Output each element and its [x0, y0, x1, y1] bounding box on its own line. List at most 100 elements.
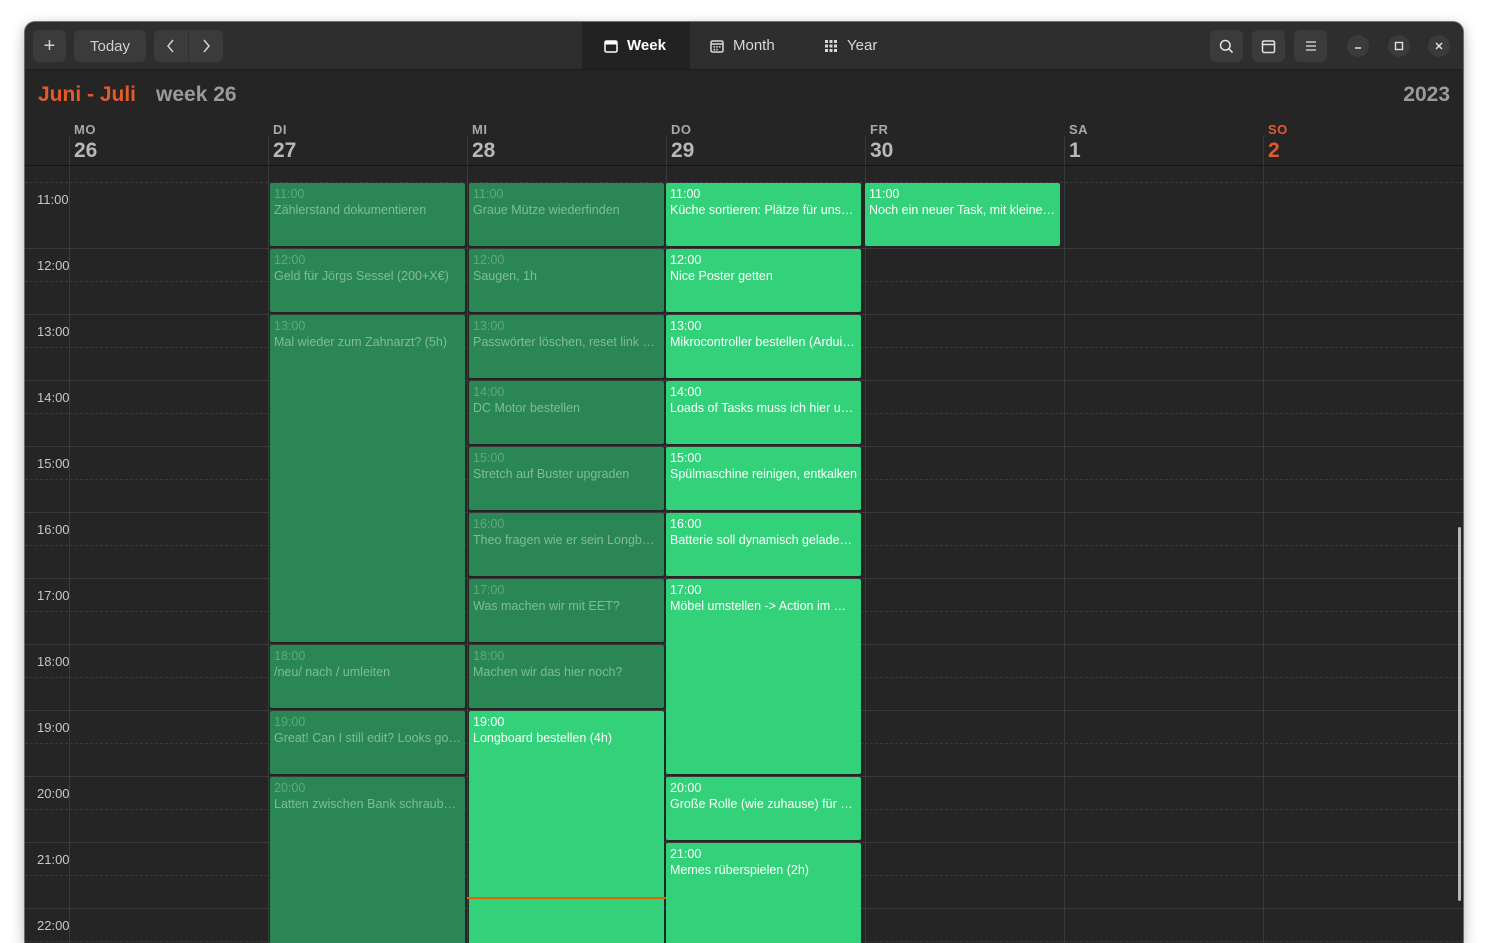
event-time: 11:00 — [473, 187, 504, 201]
event-card[interactable]: 12:00 Geld für Jörgs Sessel (200+X€) — [270, 249, 465, 312]
time-label: 22:00 — [37, 918, 70, 933]
event-title: Mal wieder zum Zahnarzt? (5h) — [274, 335, 447, 349]
time-label: 16:00 — [37, 522, 70, 537]
event-card[interactable]: 19:00 Great! Can I still edit? Looks goo… — [270, 711, 465, 774]
day-name: DO — [671, 122, 692, 137]
event-time: 13:00 — [670, 319, 702, 333]
chevron-right-icon — [203, 39, 210, 53]
week-grid[interactable]: 11:00 12:00 13:00 14:00 15:00 16:00 17:0… — [25, 166, 1463, 943]
event-card[interactable]: 11:00 Graue Mütze wiederfinden — [469, 183, 664, 246]
event-title: Longboard bestellen (4h) — [473, 731, 612, 745]
event-card[interactable]: 17:00 Möbel umstellen -> Action im Wohnz… — [666, 579, 861, 774]
event-card[interactable]: 18:00 /neu/ nach / umleiten — [270, 645, 465, 708]
day-name: SA — [1069, 122, 1089, 137]
event-card[interactable]: 16:00 Batterie soll dynamisch geladen we… — [666, 513, 861, 576]
event-card[interactable]: 12:00 Nice Poster getten — [666, 249, 861, 312]
time-label: 20:00 — [37, 786, 70, 801]
next-button[interactable] — [189, 30, 223, 62]
time-label: 17:00 — [37, 588, 70, 603]
view-switcher: Week Month Year — [582, 22, 911, 69]
event-card[interactable]: 14:00 DC Motor bestellen — [469, 381, 664, 444]
tab-week-label: Week — [627, 37, 666, 54]
week-number-label: week 26 — [156, 83, 237, 106]
tab-year[interactable]: Year — [801, 22, 911, 69]
event-time: 14:00 — [670, 385, 702, 399]
event-card[interactable]: 16:00 Theo fragen wie er sein Longboard … — [469, 513, 664, 576]
event-title: Batterie soll dynamisch geladen werden — [670, 533, 857, 547]
event-title: Loads of Tasks muss ich hier unterbringe… — [670, 401, 857, 415]
day-name: DI — [273, 122, 287, 137]
event-title: /neu/ nach / umleiten — [274, 665, 391, 679]
event-title: Was machen wir mit EET? — [473, 599, 620, 613]
event-time: 16:00 — [670, 517, 702, 531]
today-button[interactable]: Today — [74, 30, 146, 62]
tab-month-label: Month — [733, 37, 775, 54]
headerbar: + Today Week Month Year — [25, 22, 1463, 70]
day-header-mi[interactable]: MI 28 — [467, 122, 666, 166]
day-header-do[interactable]: DO 29 — [666, 122, 865, 166]
event-card[interactable]: 13:00 Mikrocontroller bestellen (Arduino… — [666, 315, 861, 378]
close-icon — [1435, 42, 1443, 50]
vertical-scrollbar[interactable] — [1458, 527, 1461, 901]
maximize-button[interactable] — [1388, 35, 1410, 57]
search-button[interactable] — [1210, 30, 1243, 62]
event-card[interactable]: 13:00 Mal wieder zum Zahnarzt? (5h) — [270, 315, 465, 642]
event-title: Passwörter löschen, reset link senden — [473, 335, 660, 349]
tab-month[interactable]: Month — [690, 22, 801, 69]
event-title: Latten zwischen Bank schrauben (3h) — [274, 797, 461, 811]
date-navigation — [154, 30, 223, 62]
event-card[interactable]: 20:00 Große Rolle (wie zuhause) für die … — [666, 777, 861, 840]
event-card[interactable]: 11:00 Zählerstand dokumentieren — [270, 183, 465, 246]
event-card[interactable]: 13:00 Passwörter löschen, reset link sen… — [469, 315, 664, 378]
event-time: 12:00 — [670, 253, 702, 267]
event-time: 11:00 — [670, 187, 701, 201]
add-event-button[interactable]: + — [33, 30, 66, 62]
event-card[interactable]: 14:00 Loads of Tasks muss ich hier unter… — [666, 381, 861, 444]
event-card[interactable]: 18:00 Machen wir das hier noch? — [469, 645, 664, 708]
event-card[interactable]: 12:00 Saugen, 1h — [469, 249, 664, 312]
calendar-window: + Today Week Month Year Juni - Juli week… — [25, 22, 1463, 943]
day-date: 26 — [74, 139, 98, 162]
day-date: 28 — [472, 139, 496, 162]
event-card[interactable]: 17:00 Was machen wir mit EET? — [469, 579, 664, 642]
event-title: Memes rüberspielen (2h) — [670, 863, 809, 877]
month-range-label: Juni - Juli — [38, 83, 137, 106]
day-header-so[interactable]: SO 2 — [1263, 122, 1462, 166]
event-title: Spülmaschine reinigen, entkalken — [670, 467, 857, 481]
day-header-mo[interactable]: MO 26 — [69, 122, 268, 166]
day-header-fr[interactable]: FR 30 — [865, 122, 1064, 166]
main-menu-button[interactable] — [1294, 30, 1327, 62]
hamburger-menu-icon — [1305, 41, 1316, 51]
event-title: Theo fragen wie er sein Longboard fährt — [473, 533, 660, 547]
search-icon — [1219, 39, 1234, 53]
event-card[interactable]: 11:00 Küche sortieren: Plätze für unsere… — [666, 183, 861, 246]
event-card[interactable]: 15:00 Spülmaschine reinigen, entkalken — [666, 447, 861, 510]
day-header-sa[interactable]: SA 1 — [1064, 122, 1263, 166]
maximize-icon — [1394, 41, 1404, 51]
event-card[interactable]: 19:00 Longboard bestellen (4h) — [469, 711, 664, 943]
event-card[interactable]: 20:00 Latten zwischen Bank schrauben (3h… — [270, 777, 465, 943]
previous-button[interactable] — [154, 30, 188, 62]
day-date: 30 — [870, 139, 894, 162]
event-title: Geld für Jörgs Sessel (200+X€) — [274, 269, 449, 283]
event-card[interactable]: 15:00 Stretch auf Buster upgraden — [469, 447, 664, 510]
event-card[interactable]: 11:00 Noch ein neuer Task, mit kleinem T… — [865, 183, 1060, 246]
event-time: 12:00 — [274, 253, 306, 267]
event-time: 17:00 — [473, 583, 505, 597]
day-header-di[interactable]: DI 27 — [268, 122, 467, 166]
close-button[interactable] — [1428, 35, 1450, 57]
calendar-management-button[interactable] — [1252, 30, 1285, 62]
minimize-button[interactable] — [1347, 35, 1369, 57]
chevron-left-icon — [167, 39, 174, 53]
grid-year-icon — [824, 39, 838, 53]
event-title: Graue Mütze wiederfinden — [473, 203, 620, 217]
event-time: 18:00 — [473, 649, 505, 663]
day-name: FR — [870, 122, 889, 137]
event-time: 13:00 — [274, 319, 306, 333]
tab-week[interactable]: Week — [582, 22, 690, 69]
event-title: Nice Poster getten — [670, 269, 773, 283]
day-date: 2 — [1268, 139, 1280, 162]
plus-icon: + — [43, 35, 56, 57]
time-label: 13:00 — [37, 324, 70, 339]
event-card[interactable]: 21:00 Memes rüberspielen (2h) — [666, 843, 861, 943]
